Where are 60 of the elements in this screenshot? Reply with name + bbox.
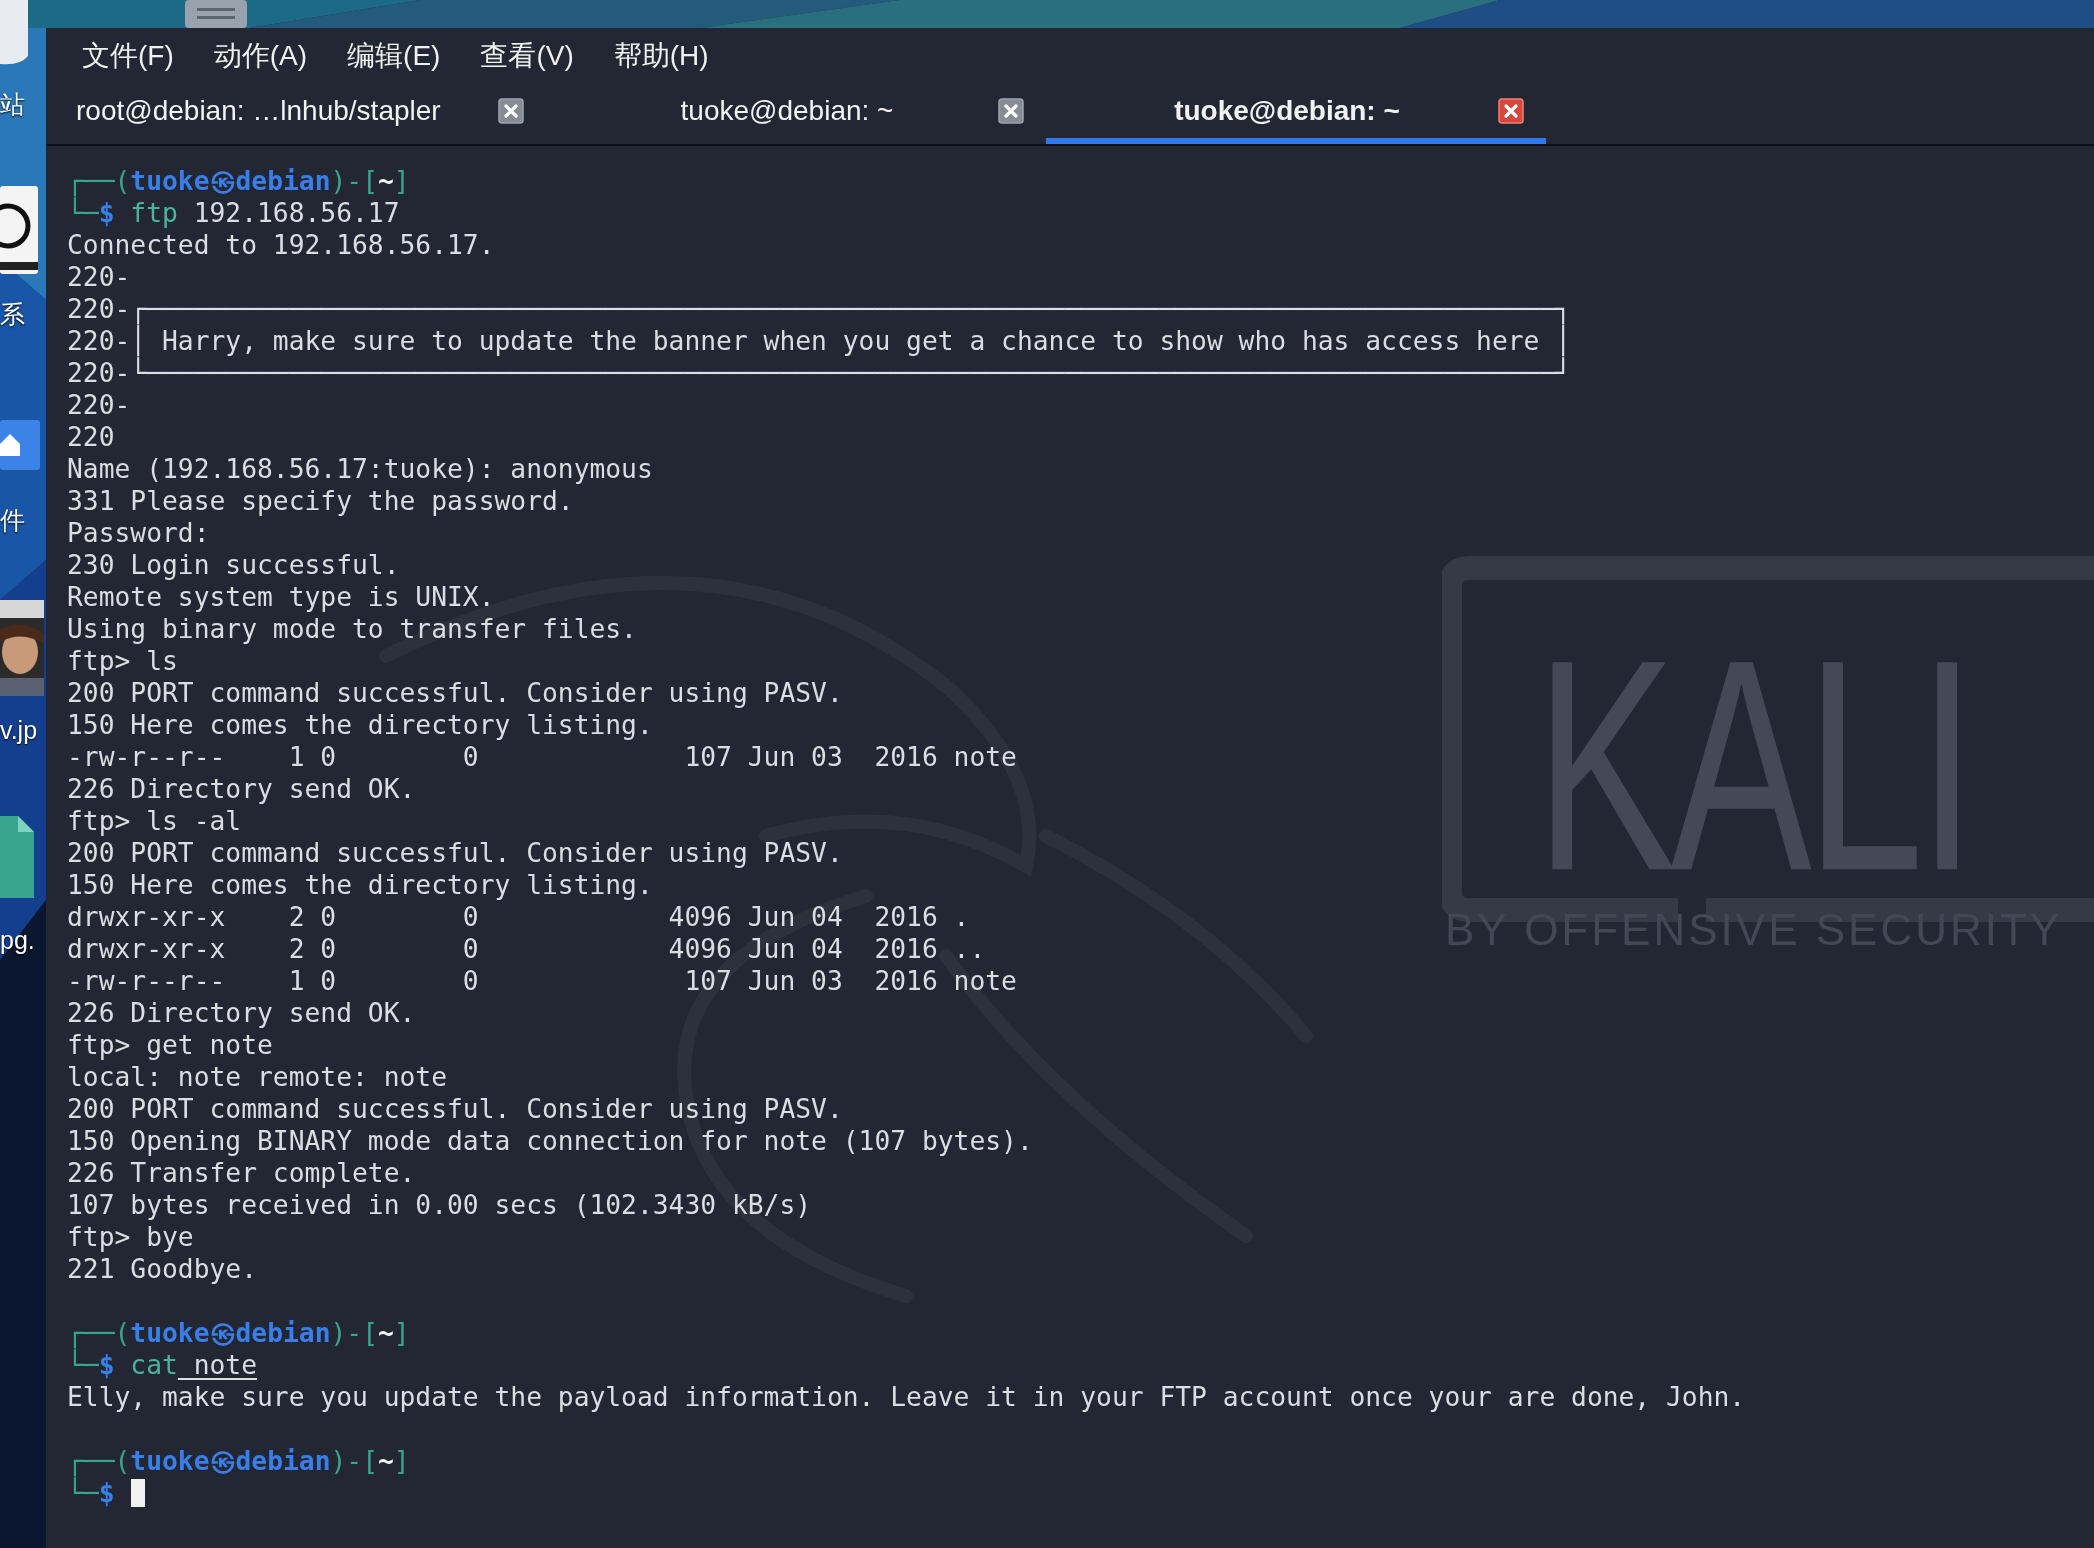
prompt-line: ┌──(tuoke㉿debian)-[~] (67, 1445, 410, 1477)
output-line: Remote system type is UNIX. (67, 581, 495, 613)
tab[interactable]: tuoke@debian: ~ (546, 83, 1046, 144)
output-line: 226 Transfer complete. (67, 1157, 416, 1189)
command-line: └─$ cat note (67, 1349, 258, 1381)
output-line: 150 Opening BINARY mode data connection for note (107 bytes). (67, 1125, 1033, 1157)
output-line: Using binary mode to transfer files. (67, 613, 637, 645)
close-icon[interactable] (998, 97, 1024, 124)
menu-item[interactable]: 查看(V) (460, 35, 594, 76)
output-line: 200 PORT command successful. Consider using PASV. (67, 1093, 843, 1125)
output-line: Elly, make sure you update the payload information. Leave it in your FTP account once your are done, John. (67, 1381, 1746, 1413)
file-icon[interactable] (0, 816, 34, 898)
output-line: 200 PORT command successful. Consider using PASV. (67, 837, 843, 869)
output-line: Name (192.168.56.17:tuoke): anonymous (67, 453, 653, 485)
output-line: 331 Please specify the password. (67, 485, 574, 517)
output-line: 220 (67, 421, 115, 453)
tab[interactable]: root@debian: …lnhub/stapler (46, 83, 546, 144)
output-line: 230 Login successful. (67, 549, 400, 581)
output-line: 226 Directory send OK. (67, 997, 416, 1029)
output-line: ftp> bye (67, 1221, 194, 1253)
prompt-line: ┌──(tuoke㉿debian)-[~] (67, 165, 410, 197)
output-line: Password: (67, 517, 210, 549)
output-line: 220- (67, 389, 131, 421)
prompt-line: ┌──(tuoke㉿debian)-[~] (67, 1317, 410, 1349)
menu-item[interactable]: 帮助(H) (593, 35, 729, 76)
desktop-icon-label: 件 (0, 508, 25, 533)
output-line: 220-┌─────────────────────────────────────────────────────────────────────────────────────────┐ (67, 293, 1572, 325)
output-line: local: note remote: note (67, 1061, 447, 1093)
desktop-icon-label: v.jp (0, 718, 38, 743)
output-line: drwxr-xr-x 2 0 0 4096 Jun 04 2016 . (67, 901, 970, 933)
output-line: -rw-r--r-- 1 0 0 107 Jun 03 2016 note (67, 965, 1017, 997)
menu-item[interactable]: 文件(F) (62, 35, 194, 76)
output-line: -rw-r--r-- 1 0 0 107 Jun 03 2016 note (67, 741, 1017, 773)
output-line: Connected to 192.168.56.17. (67, 229, 495, 261)
output-line: ftp> ls -al (67, 805, 242, 837)
output-line: 200 PORT command successful. Consider using PASV. (67, 677, 843, 709)
close-icon[interactable] (1498, 97, 1524, 124)
output-line: 221 Goodbye. (67, 1253, 257, 1285)
tab[interactable]: tuoke@debian: ~ (1046, 83, 1546, 144)
output-line: drwxr-xr-x 2 0 0 4096 Jun 04 2016 .. (67, 933, 986, 965)
output-line: ftp> get note (67, 1029, 273, 1061)
menu-item[interactable]: 编辑(E) (327, 35, 461, 76)
desktop-icon-label: pg. (0, 928, 35, 953)
desktop-icon-label: 站 (0, 92, 25, 117)
trash-icon[interactable] (0, 0, 30, 66)
output-line: 150 Here comes the directory listing. (67, 869, 653, 901)
desktop-icon-label: 系 (0, 302, 25, 327)
menu-item[interactable]: 动作(A) (193, 35, 328, 76)
output-line: 220-│ Harry, make sure to update the banner when you get a chance to show who has access here │ (67, 325, 1572, 357)
output-line: 220-└─────────────────────────────────────────────────────────────────────────────────────────┘ (67, 357, 1572, 389)
output-line: 220- (67, 261, 131, 293)
drive-icon[interactable] (0, 186, 38, 274)
home-folder-icon[interactable] (0, 420, 40, 470)
output-line: 150 Here comes the directory listing. (67, 709, 653, 741)
output-line: ftp> ls (67, 645, 178, 677)
command-line: └─$ (67, 1477, 145, 1509)
output-line: 226 Directory send OK. (67, 773, 416, 805)
command-line: └─$ ftp 192.168.56.17 (67, 197, 400, 229)
close-icon[interactable] (498, 97, 524, 124)
output-line: 107 bytes received in 0.00 secs (102.3430 kB/s) (67, 1189, 812, 1221)
